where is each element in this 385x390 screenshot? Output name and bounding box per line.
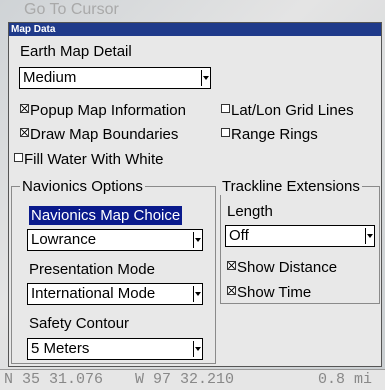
navionics-map-choice-select[interactable]: Lowrance	[27, 229, 203, 251]
dropdown-arrow-icon	[193, 286, 201, 302]
dropdown-arrow-icon	[201, 70, 209, 86]
lat-lon-grid-lines-label: Lat/Lon Grid Lines	[231, 102, 354, 119]
earth-map-detail-value: Medium	[23, 69, 77, 86]
show-distance-label: Show Distance	[237, 259, 338, 276]
trackline-length-select[interactable]: Off	[225, 225, 375, 247]
checkbox-checked-icon	[227, 286, 236, 295]
dropdown-arrow-icon	[193, 341, 201, 357]
navionics-map-choice-label: Navionics Map Choice	[29, 206, 183, 225]
status-longitude: W 97 32.210	[135, 371, 235, 388]
checkbox-unchecked-icon	[221, 128, 230, 137]
navionics-options-title: Navionics Options	[20, 178, 145, 195]
dialog-title: Map Data	[9, 23, 381, 36]
status-bar: N 35 31.076 W 97 32.210 0.8 mi	[0, 369, 385, 390]
checkbox-checked-icon	[20, 104, 29, 113]
checkbox-unchecked-icon	[14, 153, 23, 162]
draw-map-boundaries-checkbox[interactable]: Draw Map Boundaries	[20, 126, 178, 143]
show-distance-checkbox[interactable]: Show Distance	[227, 259, 337, 276]
fill-water-with-white-label: Fill Water With White	[24, 151, 164, 168]
navionics-map-choice-label-text: Navionics Map Choice	[29, 206, 183, 225]
checkbox-unchecked-icon	[221, 104, 230, 113]
map-data-dialog: Map Data Earth Map Detail Medium Popup M…	[8, 22, 382, 367]
draw-map-boundaries-label: Draw Map Boundaries	[30, 126, 179, 143]
popup-map-information-label: Popup Map Information	[30, 102, 186, 119]
checkbox-checked-icon	[20, 128, 29, 137]
safety-contour-value: 5 Meters	[31, 340, 90, 357]
earth-map-detail-label: Earth Map Detail	[20, 43, 132, 60]
trackline-length-value: Off	[229, 227, 249, 244]
dropdown-arrow-icon	[365, 228, 373, 244]
dropdown-arrow-icon	[193, 232, 201, 248]
trackline-extensions-title: Trackline Extensions	[220, 178, 362, 195]
safety-contour-label: Safety Contour	[29, 315, 130, 332]
ghost-menu-item: Go To Cursor	[24, 1, 119, 18]
safety-contour-select[interactable]: 5 Meters	[27, 338, 203, 360]
presentation-mode-value: International Mode	[31, 285, 156, 302]
presentation-mode-label: Presentation Mode	[29, 261, 155, 278]
popup-map-information-checkbox[interactable]: Popup Map Information	[20, 102, 186, 119]
navionics-map-choice-value: Lowrance	[31, 231, 97, 248]
fill-water-with-white-checkbox[interactable]: Fill Water With White	[14, 151, 163, 168]
status-latitude: N 35 31.076	[4, 371, 104, 388]
lat-lon-grid-lines-checkbox[interactable]: Lat/Lon Grid Lines	[221, 102, 354, 119]
checkbox-checked-icon	[227, 261, 236, 270]
status-distance: 0.8 mi	[318, 371, 373, 388]
range-rings-label: Range Rings	[231, 126, 318, 143]
presentation-mode-select[interactable]: International Mode	[27, 283, 203, 305]
trackline-length-label: Length	[227, 203, 273, 220]
range-rings-checkbox[interactable]: Range Rings	[221, 126, 318, 143]
show-time-checkbox[interactable]: Show Time	[227, 284, 311, 301]
show-time-label: Show Time	[237, 284, 312, 301]
earth-map-detail-select[interactable]: Medium	[19, 67, 211, 89]
